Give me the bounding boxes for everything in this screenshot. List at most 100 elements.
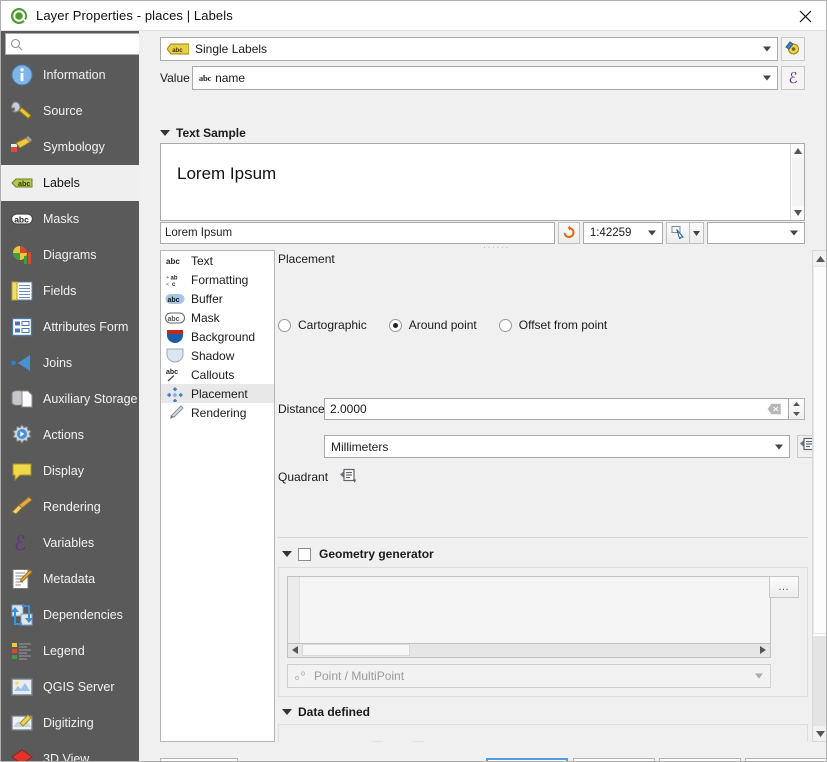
geometry-output-type-combobox[interactable]: Point / MultiPoint bbox=[287, 664, 771, 688]
panel-item-label: Placement bbox=[191, 387, 248, 401]
search-box[interactable] bbox=[5, 33, 139, 55]
sidebar-item-labels[interactable]: abc Labels bbox=[1, 165, 139, 201]
sidebar-item-label: Diagrams bbox=[43, 248, 97, 262]
scale-combobox[interactable]: 1:42259 bbox=[583, 222, 663, 244]
radio-around-point[interactable]: Around point bbox=[389, 318, 477, 332]
placement-settings-area: Placement Cartographic Around point Offs… bbox=[275, 250, 812, 742]
sidebar-item-diagrams[interactable]: Diagrams bbox=[1, 237, 139, 273]
style-manager-button[interactable] bbox=[781, 37, 805, 61]
geometry-generator-title: Geometry generator bbox=[319, 547, 434, 561]
text-sample-scrollbar[interactable] bbox=[790, 144, 804, 220]
geometry-generator-header[interactable]: Geometry generator bbox=[282, 547, 434, 561]
scroll-left-icon[interactable] bbox=[288, 644, 302, 656]
sidebar-item-auxiliary-storage[interactable]: Auxiliary Storage bbox=[1, 381, 139, 417]
sidebar-item-label: Dependencies bbox=[43, 608, 123, 622]
scroll-thumb[interactable] bbox=[813, 266, 827, 634]
expression-button[interactable]: ℰ bbox=[781, 66, 805, 90]
geometry-expression-browse-button[interactable]: … bbox=[769, 576, 799, 598]
sidebar-item-label: Source bbox=[43, 104, 83, 118]
sidebar-item-joins[interactable]: Joins bbox=[1, 345, 139, 381]
sidebar-item-actions[interactable]: Actions bbox=[1, 417, 139, 453]
label-mode-combobox[interactable]: abc Single Labels bbox=[160, 37, 778, 61]
sidebar-item-3d-view[interactable]: 3D View bbox=[1, 741, 139, 762]
layer-properties-dialog: Layer Properties - places | Labels bbox=[0, 0, 827, 762]
pick-scale-split-button[interactable] bbox=[666, 222, 704, 244]
distance-units-combobox[interactable]: Millimeters bbox=[324, 435, 790, 458]
sidebar-item-qgis-server[interactable]: QGIS Server bbox=[1, 669, 139, 705]
sidebar-item-legend[interactable]: Legend bbox=[1, 633, 139, 669]
panel-item-rendering[interactable]: Rendering bbox=[161, 403, 274, 422]
panel-item-callouts[interactable]: abc Callouts bbox=[161, 365, 274, 384]
svg-text:<: < bbox=[166, 282, 169, 287]
distance-input[interactable]: 2.0000 bbox=[324, 398, 789, 420]
coordinate-x-override-button[interactable] bbox=[365, 740, 387, 742]
sidebar-item-information[interactable]: Information bbox=[1, 57, 139, 93]
sidebar-item-label: Fields bbox=[43, 284, 76, 298]
radio-cartographic[interactable]: Cartographic bbox=[278, 318, 367, 332]
epsilon-expression-icon: ℰ bbox=[789, 69, 798, 88]
collapse-triangle-icon bbox=[282, 709, 292, 715]
text-sample-input[interactable]: Lorem Ipsum bbox=[160, 222, 555, 244]
radio-offset-from-point[interactable]: Offset from point bbox=[499, 318, 607, 332]
style-button[interactable]: Style bbox=[160, 758, 238, 762]
panel-item-buffer[interactable]: abc Buffer bbox=[161, 289, 274, 308]
pick-scale-button[interactable] bbox=[666, 222, 690, 244]
actions-icon bbox=[9, 422, 35, 448]
sidebar-item-masks[interactable]: abc Masks bbox=[1, 201, 139, 237]
revert-sample-button[interactable] bbox=[558, 222, 580, 244]
distance-stepper[interactable] bbox=[789, 398, 805, 420]
coordinate-y-override-button[interactable] bbox=[406, 740, 428, 742]
value-field-combobox[interactable]: abc name bbox=[192, 66, 778, 90]
text-sample-group-header[interactable]: Text Sample bbox=[160, 126, 246, 140]
quadrant-data-defined-override-button[interactable] bbox=[337, 467, 359, 487]
source-icon bbox=[9, 98, 35, 124]
geometry-editor-hscrollbar[interactable] bbox=[287, 644, 771, 658]
sidebar-item-variables[interactable]: ℰ Variables bbox=[1, 525, 139, 561]
panel-item-placement[interactable]: Placement bbox=[161, 384, 274, 403]
help-button[interactable]: Help bbox=[745, 758, 827, 762]
pick-scale-dropdown[interactable] bbox=[690, 222, 704, 244]
sidebar-item-display[interactable]: Display bbox=[1, 453, 139, 489]
sidebar-item-metadata[interactable]: Metadata bbox=[1, 561, 139, 597]
sidebar-item-source[interactable]: Source bbox=[1, 93, 139, 129]
scroll-track-lower[interactable] bbox=[813, 636, 827, 726]
clear-field-icon[interactable] bbox=[767, 403, 782, 415]
geometry-output-type-value: Point / MultiPoint bbox=[314, 669, 404, 683]
sidebar-item-dependencies[interactable]: Dependencies bbox=[1, 597, 139, 633]
text-sample-preview: Lorem Ipsum bbox=[160, 143, 805, 221]
scroll-up-icon[interactable] bbox=[813, 251, 827, 266]
chevron-down-icon bbox=[648, 231, 656, 236]
panel-item-background[interactable]: Background bbox=[161, 327, 274, 346]
panel-item-label: Rendering bbox=[191, 406, 246, 420]
sidebar-item-rendering[interactable]: Rendering bbox=[1, 489, 139, 525]
panel-item-label: Mask bbox=[191, 311, 220, 325]
sidebar-item-symbology[interactable]: Symbology bbox=[1, 129, 139, 165]
scroll-up-icon[interactable] bbox=[791, 144, 805, 158]
panel-item-label: Background bbox=[191, 330, 255, 344]
panel-item-mask[interactable]: abc Mask bbox=[161, 308, 274, 327]
sidebar-item-digitizing[interactable]: Digitizing bbox=[1, 705, 139, 741]
panel-item-text[interactable]: abc Text bbox=[161, 251, 274, 270]
data-defined-header[interactable]: Data defined bbox=[282, 705, 370, 719]
panel-item-formatting[interactable]: + ab < c Formatting bbox=[161, 270, 274, 289]
placement-scrollbar[interactable] bbox=[812, 250, 827, 742]
sample-extra-combobox[interactable] bbox=[707, 222, 805, 244]
scroll-down-icon[interactable] bbox=[813, 726, 827, 741]
units-data-defined-override-button[interactable] bbox=[797, 435, 812, 458]
hscroll-thumb[interactable] bbox=[302, 644, 410, 656]
scroll-down-icon[interactable] bbox=[791, 206, 805, 220]
sidebar-item-attributes-form[interactable]: Attributes Form bbox=[1, 309, 139, 345]
scroll-right-icon[interactable] bbox=[756, 644, 770, 656]
close-button[interactable] bbox=[782, 1, 827, 31]
apply-button[interactable]: Apply bbox=[659, 758, 741, 762]
scroll-track[interactable] bbox=[792, 158, 804, 206]
section-divider bbox=[278, 537, 808, 538]
sidebar-item-fields[interactable]: Fields bbox=[1, 273, 139, 309]
search-input[interactable] bbox=[27, 36, 139, 52]
geometry-generator-checkbox[interactable] bbox=[298, 548, 311, 561]
cancel-button[interactable]: Cancel bbox=[573, 758, 655, 762]
ok-button[interactable]: OK bbox=[486, 758, 568, 762]
chevron-down-icon bbox=[755, 674, 763, 679]
geometry-expression-editor[interactable] bbox=[287, 576, 771, 644]
panel-item-shadow[interactable]: Shadow bbox=[161, 346, 274, 365]
